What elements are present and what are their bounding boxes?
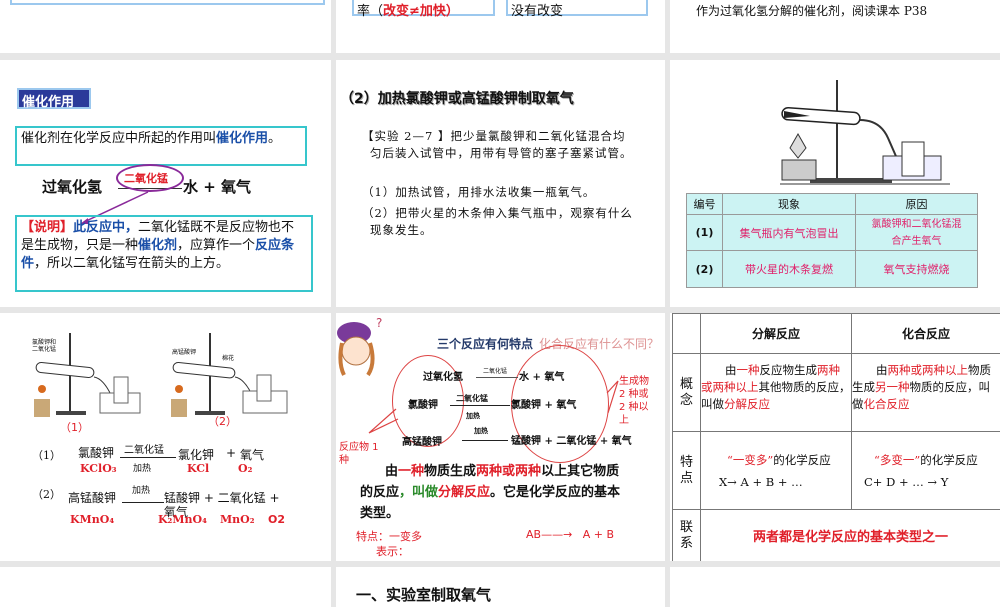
apparatus-2-illustration [165,329,290,419]
step-1: （1）加热试管，用排水法收集一瓶氧气。 [362,184,595,200]
formula-kmno4: KMnO₄ [70,513,114,526]
eq3-arrow [462,440,508,441]
reaction-1-product-2: 氧气 [240,446,264,463]
reaction-1-number: （1） [32,447,48,463]
slide-thumb-results[interactable]: 编号现象原因 (1)集气瓶内有气泡冒出氯酸钾和二氧化锰混合产生氧气 (2)带火星… [670,60,1000,307]
eq1-right: 水 + 氧气 [519,368,564,383]
formula-k2mno4: K₂MnO₄ [158,513,207,526]
text-box [10,0,325,5]
reaction-2-reactant: 高锰酸钾 [68,489,116,506]
apparatus-illustration [770,78,955,188]
formula-o2: O₂ [238,462,252,475]
reaction-1-plus: + [226,446,236,460]
eq2-left: 氯酸钾 [408,396,438,411]
note-box: 【说明】此反应中，二氧化锰既不是反应物也不是生成物，只是一种催化剂，应算作一个反… [15,215,313,292]
figure-2-caption: （2） [208,413,237,429]
eq2-heat: 加热 [466,411,480,421]
eq2-arrow [450,405,510,406]
row-label-relation: 联系 [673,510,701,562]
reaction-1-product-1: 氯化钾 [178,446,214,463]
slide-thumb-decomposition[interactable]: ? 三个反应有何特点 化合反应有什么不同？ 过氧化氢 二氧化锰 水 + 氧气 氯… [336,313,665,561]
unchanged-box: 没有改变 [506,0,648,16]
table-row: (1)集气瓶内有气泡冒出氯酸钾和二氧化锰混合产生氧气 [687,215,978,251]
header-reason: 原因 [856,194,978,215]
eq2-right: 氯酸钾 + 氧气 [511,396,576,411]
header-number: 编号 [687,194,723,215]
header-decomposition: 分解反应 [701,314,852,354]
cotton-label: 棉花 [222,353,234,362]
formula-o2-2: O2 [268,513,285,526]
apparatus-1-label: 氯酸钾和二氧化锰 [32,339,60,353]
row-label-feature: 特点 [673,432,701,510]
slide-thumb-next-3[interactable] [670,567,1000,607]
table-row: (2)带火星的木条复燃氧气支持燃烧 [687,251,978,288]
note-product: 生成物 2 种或 2 种以上 [619,375,649,427]
feature-combination: “多变一”的化学反应C+ D + … → Y [852,432,1000,510]
eq1-arrow [476,377,518,378]
comparison-table: 分解反应 化合反应 概念 由一种反应物生成两种或两种以上其他物质的反应，叫做分解… [672,313,1000,561]
step-2: （2）把带火星的木条伸入集气瓶中，观察有什么现象发生。 [362,205,634,239]
concept-combination: 由两种或两种以上物质生成另一种物质的反应，叫做化合反应 [852,354,1000,432]
slide-thumb-catalysis[interactable]: 催化作用 催化剂在化学反应中所起的作用叫催化作用。 过氧化氢 二氧化锰 水 + … [0,60,331,307]
rate-box: 率（改变≠加快） [352,0,495,16]
slide-thumb-3[interactable]: 作为过氧化氢分解的催化剂，阅读课本 P38 [670,0,1000,53]
general-formula: AB——→ A + B [526,528,614,541]
results-table: 编号现象原因 (1)集气瓶内有气泡冒出氯酸钾和二氧化锰混合产生氧气 (2)带火星… [686,193,978,288]
slide-thumb-experiment[interactable]: （2）加热氯酸钾或高锰酸钾制取氧气 【实验 2—7 】把少量氯酸钾和二氧化锰混合… [336,60,665,307]
reaction-2-number: （2） [32,486,48,502]
eq3-right: 锰酸钾 + 二氧化锰 + 氧气 [511,434,643,449]
reaction-1-heat: 加热 [133,461,151,474]
experiment-paragraph: 【实验 2—7 】把少量氯酸钾和二氧化锰混合均匀后装入试管中，用带有导管的塞子塞… [362,128,634,162]
definition-paragraph: 由一种物质生成两种或两种以上其它物质的反应，叫做分解反应。它是化学反应的基本类型… [360,461,630,524]
express-label: 表示： [376,543,409,559]
slide-thumb-next-2[interactable]: 一、实验室制取氧气 [336,567,665,607]
figure-1-caption: （1） [60,419,80,435]
reaction-1-arrow [120,457,176,458]
slide-heading: 一、实验室制取氧气 [356,584,491,605]
header-combination: 化合反应 [852,314,1000,354]
row-label-concept: 概念 [673,354,701,432]
formula-kcl: KCl [187,462,209,475]
feature-decomposition: “一变多”的化学反应X→ A + B + … [701,432,852,510]
reaction-1-catalyst: 二氧化锰 [124,441,164,456]
feature-text: 特点：一变多 [356,528,422,544]
slide-thumb-equations[interactable]: 氯酸钾和二氧化锰 高锰酸钾 棉花 （1） （2） （1） 氯酸钾 二氧化锰 加热… [0,313,331,561]
eq1-left: 过氧化氢 [423,368,463,383]
reaction-1-reactant: 氯酸钾 [78,444,114,461]
apparatus-2-label: 高锰酸钾 [172,347,196,356]
header-phenomenon: 现象 [723,194,856,215]
eq3-left: 高锰酸钾 [402,433,442,448]
relation-text: 两者都是化学反应的基本类型之一 [701,510,1000,562]
read-textbook-text: 作为过氧化氢分解的催化剂，阅读课本 P38 [696,2,927,19]
eq2-cond: 二氧化锰 [456,393,488,404]
formula-mno2: MnO₂ [220,513,255,526]
formula-kclo3: KClO₃ [80,462,117,475]
reaction-2-heat: 加热 [132,483,150,496]
slide-thumb-next-1[interactable] [0,567,331,607]
slide-thumb-compare[interactable]: 分解反应 化合反应 概念 由一种反应物生成两种或两种以上其他物质的反应，叫做分解… [670,313,1000,561]
eq1-cond: 二氧化锰 [483,366,507,375]
concept-decomposition: 由一种反应物生成两种或两种以上其他物质的反应，叫做分解反应 [701,354,852,432]
slide-thumb-2[interactable]: 率（改变≠加快） 没有改变 [336,0,665,53]
eq3-heat: 加热 [474,426,488,436]
slide-heading: （2）加热氯酸钾或高锰酸钾制取氧气 [340,90,640,108]
reaction-2-arrow [122,502,164,503]
slide-thumb-1[interactable] [0,0,331,53]
